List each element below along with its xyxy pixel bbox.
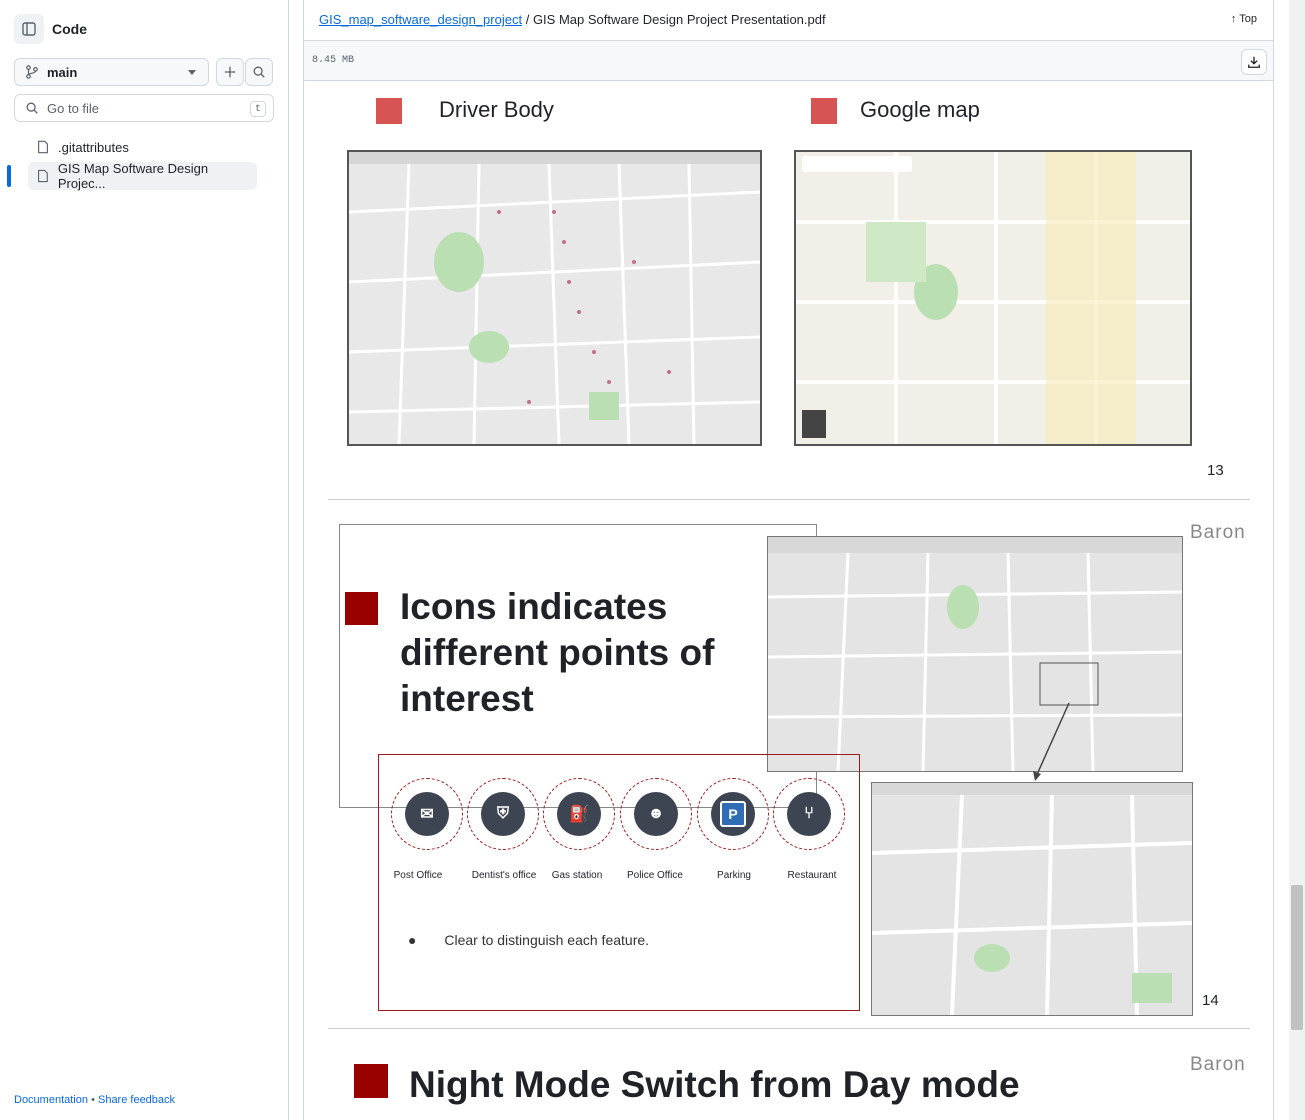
page-number: 14 — [1202, 992, 1219, 1009]
top-button[interactable]: ↑ Top — [1231, 13, 1257, 25]
sidebar-title: Code — [52, 21, 87, 37]
bullet-content: Clear to distinguish each feature. — [444, 932, 650, 948]
arrow-up-icon: ↑ — [1230, 13, 1237, 25]
go-to-file-input[interactable]: Go to file t — [14, 94, 274, 122]
bullet-square-shape — [345, 592, 378, 625]
slide-title-line: Icons indicates — [400, 586, 668, 627]
collapse-sidebar-button[interactable] — [14, 14, 44, 44]
plus-icon — [224, 66, 236, 78]
poi-label: Restaurant — [787, 870, 837, 881]
map-zoom-screenshot — [871, 782, 1193, 1016]
file-viewer: GIS_map_software_design_project / GIS Ma… — [303, 0, 1274, 1120]
file-size: 8.45 MB — [312, 55, 355, 66]
bullet-text: ● Clear to distinguish each feature. — [408, 932, 649, 948]
bullet-square-shape — [376, 98, 402, 124]
google-map-image — [796, 152, 1190, 444]
page-divider — [328, 1028, 1250, 1029]
sidebar-footer: Documentation • Share feedback — [14, 1094, 175, 1106]
slide-author: Baron — [1190, 1054, 1246, 1075]
shortcut-key: t — [250, 101, 266, 117]
search-icon — [253, 66, 265, 78]
file-tree-item-active[interactable]: GIS Map Software Design Projec... — [28, 161, 257, 191]
fork-knife-icon: ⑂ — [787, 792, 831, 836]
file-name: .gitattributes — [58, 139, 129, 155]
police-officer-icon: ☻ — [634, 792, 678, 836]
breadcrumb: GIS_map_software_design_project / GIS Ma… — [319, 12, 826, 27]
repo-link[interactable]: GIS_map_software_design_project — [319, 12, 522, 27]
top-label: Top — [1239, 13, 1257, 25]
footer-separator: • — [91, 1094, 95, 1106]
scrollbar-thumb[interactable] — [1291, 885, 1303, 1030]
share-feedback-link[interactable]: Share feedback — [98, 1094, 175, 1106]
chevron-down-icon — [188, 70, 196, 75]
parking-icon: P — [697, 778, 769, 850]
file-name: GIS Map Software Design Projec... — [57, 161, 209, 191]
city-map-image — [872, 783, 1192, 1015]
poi-label: Post Office — [393, 870, 443, 881]
go-to-file-placeholder: Go to file — [47, 100, 100, 116]
bullet-dot: ● — [408, 932, 417, 948]
poi-label: Gas station — [551, 870, 603, 881]
city-map-image — [349, 152, 760, 444]
bullet-square — [376, 98, 402, 124]
slide-title-line: different points of — [400, 632, 715, 673]
restaurant-icon: ⑂ — [773, 778, 845, 850]
poi-label: Dentist's office — [471, 870, 537, 881]
bullet-square — [354, 1064, 388, 1098]
parking-sign-icon: P — [711, 792, 755, 836]
post-office-icon: ✉ — [391, 778, 463, 850]
search-files-button[interactable] — [245, 58, 273, 86]
file-title: GIS Map Software Design Project Presenta… — [532, 12, 826, 27]
slide-title: Night Mode Switch from Day mode — [409, 1064, 1020, 1105]
sidebar-collapse-icon — [22, 22, 36, 36]
slide-label-left: Driver Body — [439, 97, 554, 122]
bullet-square-shape — [354, 1064, 388, 1098]
google-map-screenshot — [794, 150, 1192, 446]
poi-label: Police Office — [627, 870, 683, 881]
search-icon — [26, 102, 38, 114]
page-number: 13 — [1207, 462, 1224, 479]
city-map-image — [768, 537, 1182, 771]
file-tree-sidebar: Code main Go to file t .gitattributes GI… — [0, 0, 289, 1120]
poi-label: Parking — [717, 870, 751, 881]
slide-title-line: interest — [400, 678, 534, 719]
download-icon — [1248, 56, 1260, 68]
add-file-button[interactable] — [216, 58, 244, 86]
bullet-square — [811, 98, 837, 124]
download-button[interactable] — [1241, 49, 1267, 75]
dentist-icon: ⛨ — [467, 778, 539, 850]
file-icon — [38, 140, 48, 154]
file-info-bar: 8.45 MB — [304, 40, 1273, 81]
bullet-square-shape — [811, 98, 837, 124]
documentation-link[interactable]: Documentation — [14, 1094, 88, 1106]
police-office-icon: ☻ — [620, 778, 692, 850]
driver-body-map-screenshot — [347, 150, 762, 446]
slide-author: Baron — [1190, 522, 1246, 543]
map-overview-screenshot — [767, 536, 1183, 772]
branch-icon — [26, 65, 38, 79]
file-tree-item[interactable]: .gitattributes — [28, 133, 257, 161]
tooth-icon: ⛨ — [481, 792, 525, 836]
branch-selector[interactable]: main — [14, 58, 209, 86]
sidebar-header: Code — [14, 14, 87, 44]
slide-label-right: Google map — [860, 97, 980, 122]
fuel-pump-icon: ⛽ — [557, 792, 601, 836]
branch-name: main — [47, 64, 78, 80]
gas-station-icon: ⛽ — [543, 778, 615, 850]
breadcrumb-separator: / — [525, 12, 530, 27]
file-icon — [38, 169, 48, 183]
bullet-square — [345, 592, 378, 625]
mail-truck-icon: ✉ — [405, 792, 449, 836]
zoom-arrow — [1033, 702, 1070, 781]
page-divider — [328, 499, 1250, 500]
active-file-indicator — [7, 165, 11, 187]
pdf-viewer[interactable]: Driver Body Google map 13 Baron Icons in… — [304, 81, 1273, 1120]
